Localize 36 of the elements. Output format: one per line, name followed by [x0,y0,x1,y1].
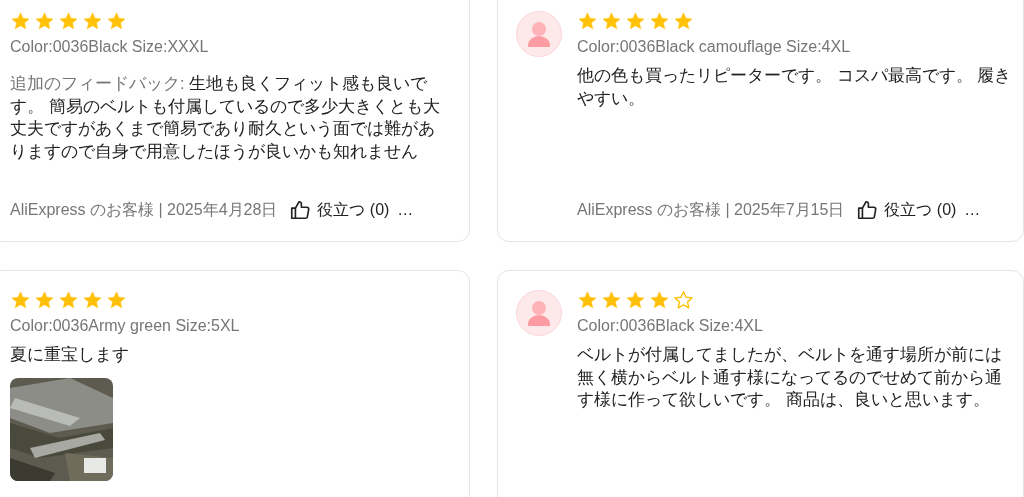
star-icon [106,290,127,311]
star-icon [58,290,79,311]
helpful-button[interactable]: 役立つ (0) [289,199,390,221]
more-button[interactable]: … [964,199,981,221]
author-date: AliExpress のお客様 | 2025年4月28日 [10,200,278,220]
star-icon [601,11,622,32]
review-text: 夏に重宝します [10,344,130,365]
star-icon [601,290,622,311]
review-text: ベルトが付属してましたが、ベルトを通す場所が前には無く横からベルト通す様になってるのでせめて前から通す様に作って欲しいです。 商品は、良いと思います。 [577,344,1003,410]
star-icon [58,11,79,32]
star-icon [10,11,31,32]
thumbs-up-icon [289,199,312,221]
variant-text: Color:0036Black Size:4XL [577,316,764,336]
star-icon [577,11,598,32]
author-date: AliExpress のお客様 | 2025年7月15日 [577,200,845,220]
review-text: 他の色も買ったリピーターです。 コスパ最高です。 履きやすい。 [577,65,1013,109]
variant-text: Color:0036Army green Size:5XL [10,316,241,336]
star-icon [625,290,646,311]
star-icon [649,290,670,311]
thumbs-up-icon [856,199,879,221]
star-icon [10,290,31,311]
variant-text: Color:0036Black Size:XXXL [10,37,210,57]
more-button[interactable]: … [397,199,414,221]
star-icon [673,290,694,311]
star-icon [673,11,694,32]
star-icon [577,290,598,311]
review-text: 追加のフィードバック: 生地も良くフィット感も良いです。 簡易のベルトも付属しているので多少大きくとも大丈夫ですがあくまで簡易であり耐久という面では難がありますので自身で用意したほうが良いかも知れません [10,73,441,162]
variant-text: Color:0036Black camouflage Size:4XL [577,37,852,57]
star-icon [82,11,103,32]
star-icon [34,11,55,32]
star-icon [106,11,127,32]
helpful-button[interactable]: 役立つ (0) [856,199,957,221]
star-icon [625,11,646,32]
star-icon [649,11,670,32]
star-icon [34,290,55,311]
star-icon [82,290,103,311]
